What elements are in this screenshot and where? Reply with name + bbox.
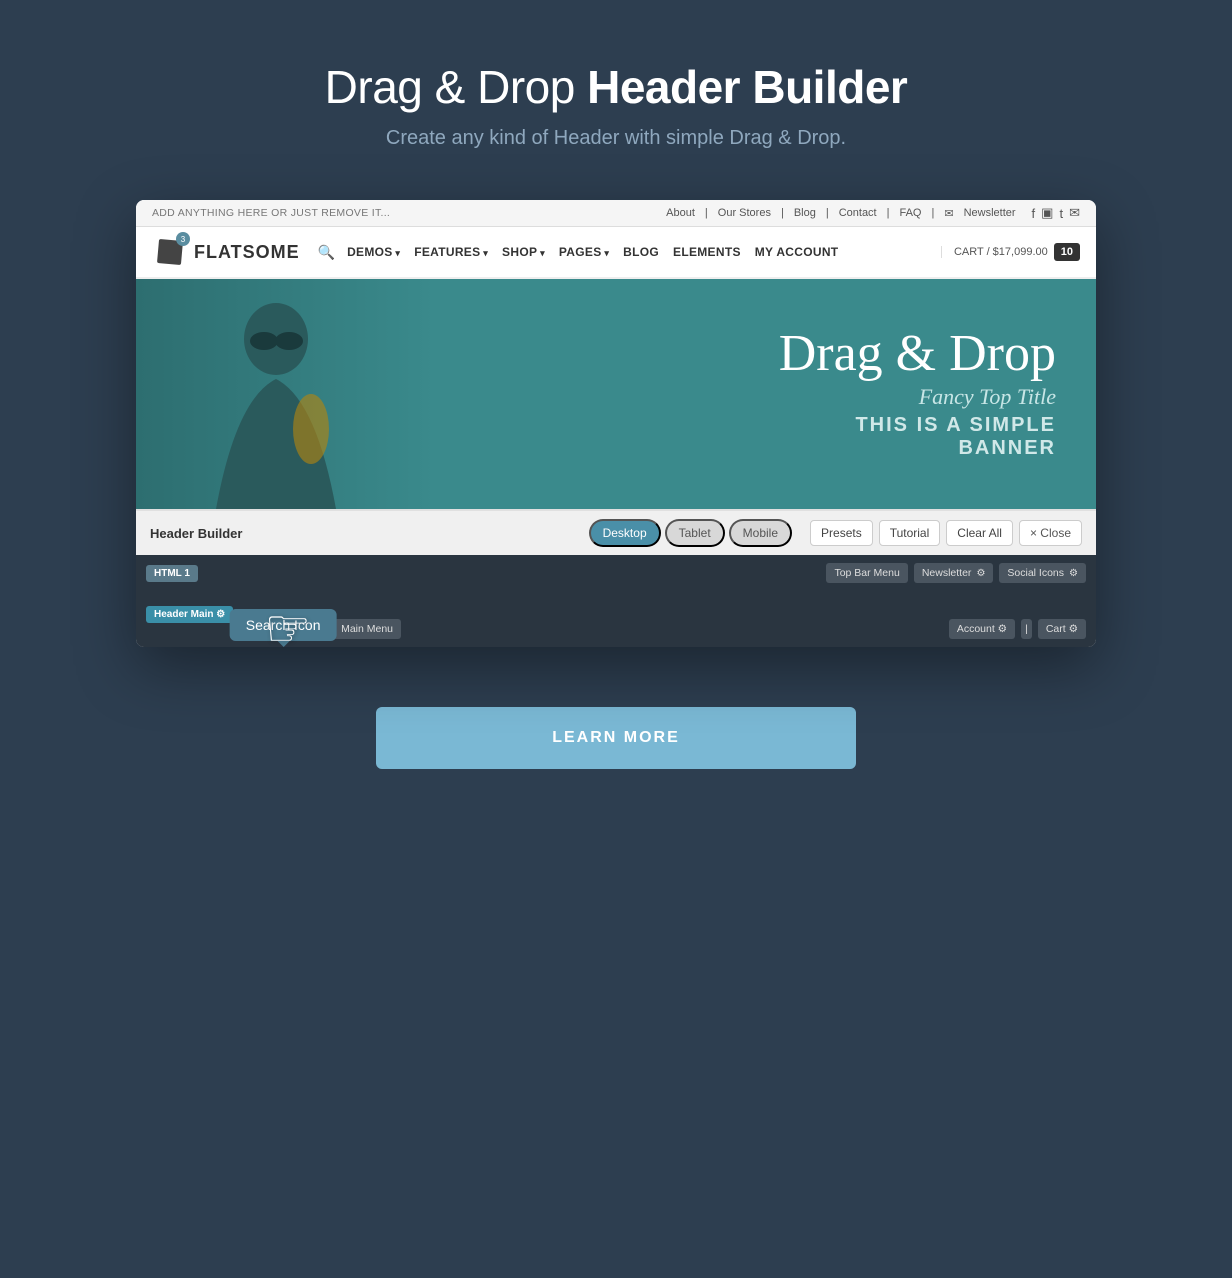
instagram-icon[interactable]: ▣ [1041,205,1053,221]
nav-link-blog[interactable]: Blog [794,207,816,219]
social-icons-gear-icon [1067,567,1078,579]
hb-tab-mobile[interactable]: Mobile [729,519,792,547]
hb-row-1: HTML 1 Top Bar Menu Newsletter Social Ic… [146,563,1086,583]
top-bar-left-text: ADD ANYTHING HERE OR JUST REMOVE IT... [152,207,390,219]
banner-main-text: Drag & Drop [779,328,1056,380]
search-icon-item-row2[interactable]: Search Icon ⚙ [239,619,327,639]
nav-link-about[interactable]: About [666,207,695,219]
nav-item-pages[interactable]: PAGES [559,245,609,259]
twitter-icon[interactable]: t [1059,206,1063,221]
nav-item-shop[interactable]: SHOP [502,245,545,259]
hb-tab-group: Desktop Tablet Mobile [589,519,792,547]
newsletter-item[interactable]: Newsletter [914,563,994,583]
nav-item-blog[interactable]: BLOG [623,245,659,259]
cart-text: CART / $17,099.00 [941,246,1048,258]
hb-row1-right: Top Bar Menu Newsletter Social Icons [826,563,1086,583]
close-button[interactable]: × Close [1019,520,1082,546]
html1-label: HTML 1 [146,565,198,582]
nav-item-features[interactable]: FEATURES [414,245,488,259]
cart-item[interactable]: Cart ⚙ [1038,619,1086,639]
cart-badge: 10 [1054,243,1080,261]
header-main-label: Header Main ⚙ [146,606,233,623]
hb-btn-group: Presets Tutorial Clear All × Close [810,520,1082,546]
site-banner: Drag & Drop Fancy Top Title THIS IS A SI… [136,279,1096,509]
nav-link-faq[interactable]: FAQ [899,207,921,219]
browser-mockup: ADD ANYTHING HERE OR JUST REMOVE IT... A… [136,200,1096,647]
nav-search-icon[interactable]: 🔍 [318,244,335,261]
banner-text-area: Drag & Drop Fancy Top Title THIS IS A SI… [779,328,1056,460]
nav-cart[interactable]: CART / $17,099.00 10 [933,243,1080,261]
account-item[interactable]: Account ⚙ [949,619,1015,639]
page-title: Drag & Drop Header Builder [325,60,908,115]
nav-item-elements[interactable]: ELEMENTS [673,245,741,259]
clear-all-button[interactable]: Clear All [946,520,1013,546]
nav-item-demos[interactable]: DEMOS [347,245,400,259]
mail-icon[interactable]: ✉ [1069,205,1080,221]
nav-link-newsletter[interactable]: Newsletter [964,207,1016,219]
social-icons-group: f ▣ t ✉ [1032,205,1080,221]
tutorial-button[interactable]: Tutorial [879,520,941,546]
social-icons-item[interactable]: Social Icons [999,563,1086,583]
site-nav: 3 FLATSOME 🔍 DEMOS FEATURES SHOP PAGES B… [136,227,1096,279]
hb-tab-tablet[interactable]: Tablet [665,519,725,547]
hb-row-2: Header Main ⚙ Search Icon Search Icon ⚙ … [146,589,1086,639]
page-subtitle: Create any kind of Header with simple Dr… [386,127,846,150]
header-builder-rows: HTML 1 Top Bar Menu Newsletter Social Ic… [136,555,1096,647]
nav-items: DEMOS FEATURES SHOP PAGES BLOG ELEMENTS … [347,245,933,259]
banner-fancy-title: Fancy Top Title [779,384,1056,410]
site-logo[interactable]: 3 FLATSOME [152,234,300,270]
presets-button[interactable]: Presets [810,520,873,546]
banner-person-svg [136,279,436,509]
facebook-icon[interactable]: f [1032,206,1036,221]
header-builder-bar: Header Builder Desktop Tablet Mobile Pre… [136,509,1096,555]
envelope-icon: ✉ [944,207,953,220]
site-top-bar: ADD ANYTHING HERE OR JUST REMOVE IT... A… [136,200,1096,227]
header-builder-title: Header Builder [150,526,581,541]
learn-more-button[interactable]: LEARN MORE [376,707,856,769]
main-menu-item[interactable]: Main Menu [333,619,401,639]
nav-link-contact[interactable]: Contact [839,207,877,219]
logo-icon-container: 3 [152,234,188,270]
logo-badge: 3 [176,232,190,246]
newsletter-gear-icon [974,567,985,579]
hb-tab-desktop[interactable]: Desktop [589,519,661,547]
logo-text: FLATSOME [194,242,300,263]
top-bar-menu-item[interactable]: Top Bar Menu [826,563,907,583]
top-bar-right: About | Our Stores | Blog | Contact | FA… [666,205,1080,221]
hb-row2-right: Account ⚙ | Cart ⚙ [949,619,1086,639]
nav-link-our-stores[interactable]: Our Stores [718,207,771,219]
banner-sub-text: THIS IS A SIMPLEBANNER [779,414,1056,460]
nav-item-my-account[interactable]: MY ACCOUNT [755,245,839,259]
search-icon-item-with-tooltip[interactable]: Search Icon Search Icon ⚙ ☞ [239,619,327,639]
divider-item: | [1021,619,1032,639]
